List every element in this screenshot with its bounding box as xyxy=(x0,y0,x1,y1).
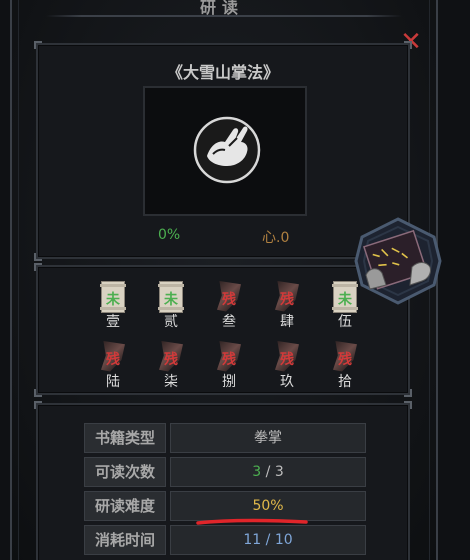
page-title: 研读 xyxy=(199,0,244,17)
chapter-status-mark: 残 xyxy=(280,292,294,308)
chapter-label: 柒 xyxy=(164,374,178,390)
chapter-label: 陆 xyxy=(106,374,120,390)
info-value-difficulty: 50% xyxy=(170,491,366,521)
palm-technique-icon xyxy=(193,116,261,184)
chapter-status-mark: 残 xyxy=(222,292,236,308)
chapter-status-mark: 残 xyxy=(280,352,294,368)
panel-corner xyxy=(404,41,412,49)
chapter-4[interactable]: 残肆 xyxy=(267,281,307,331)
chapter-label: 壹 xyxy=(106,314,120,330)
chapter-10[interactable]: 残拾 xyxy=(325,341,365,391)
panel-corner xyxy=(34,41,42,49)
chapter-7[interactable]: 残柒 xyxy=(151,341,191,391)
info-row-time: 消耗时间 11 / 10 xyxy=(84,525,366,555)
chapter-label: 贰 xyxy=(164,314,178,330)
info-row-difficulty: 研读难度 50% xyxy=(84,491,366,521)
reads-total: 3 xyxy=(274,464,284,480)
info-row-reads: 可读次数 3 / 3 xyxy=(84,457,366,487)
chapter-9[interactable]: 残玖 xyxy=(267,341,307,391)
chapter-label: 肆 xyxy=(280,314,294,330)
title-divider xyxy=(46,15,402,17)
chapter-label: 伍 xyxy=(338,314,352,330)
progress-percent: 0% xyxy=(158,227,181,243)
time-current: 11 xyxy=(243,532,262,548)
info-key-difficulty: 研读难度 xyxy=(84,491,166,521)
chapter-2[interactable]: 未贰 xyxy=(151,281,191,331)
chapter-status-mark: 残 xyxy=(106,352,120,368)
time-total: 10 xyxy=(274,532,293,548)
chapter-status-mark: 未 xyxy=(106,292,120,308)
time-separator: / xyxy=(261,532,275,548)
info-value-type: 拳掌 xyxy=(170,423,366,453)
chapter-label: 拾 xyxy=(338,374,352,390)
reads-separator: / xyxy=(261,464,275,480)
chapter-label: 叁 xyxy=(222,314,236,330)
info-key-time: 消耗时间 xyxy=(84,525,166,555)
info-value-time: 11 / 10 xyxy=(170,525,366,555)
panel-corner xyxy=(404,389,412,397)
info-panel: 书籍类型 拳掌 可读次数 3 / 3 研读难度 50% 消耗时间 11 / 10 xyxy=(34,401,412,560)
chapter-status-mark: 残 xyxy=(164,352,178,368)
info-key-reads: 可读次数 xyxy=(84,457,166,487)
panel-corner xyxy=(34,389,42,397)
info-value-reads: 3 / 3 xyxy=(170,457,366,487)
reads-current: 3 xyxy=(252,464,262,480)
book-title: 《大雪山掌法》 xyxy=(166,63,279,82)
panel-corner xyxy=(404,401,412,409)
info-row-type: 书籍类型 拳掌 xyxy=(84,423,366,453)
red-annotation-underline xyxy=(196,518,308,525)
info-key-type: 书籍类型 xyxy=(84,423,166,453)
chapter-6[interactable]: 残陆 xyxy=(93,341,133,391)
panel-corner xyxy=(34,253,42,261)
chapter-status-mark: 未 xyxy=(164,292,178,308)
chapter-status-mark: 残 xyxy=(222,352,236,368)
chapter-status-mark: 残 xyxy=(338,352,352,368)
panel-corner xyxy=(34,401,42,409)
chapter-1[interactable]: 未壹 xyxy=(93,281,133,331)
chapter-8[interactable]: 残捌 xyxy=(209,341,249,391)
heart-value: 心.0 xyxy=(262,230,290,246)
hand-holding-scroll-icon[interactable] xyxy=(352,215,444,307)
chapter-label: 捌 xyxy=(222,374,236,390)
chapter-3[interactable]: 残叁 xyxy=(209,281,249,331)
chapter-label: 玖 xyxy=(280,374,294,390)
book-portrait xyxy=(143,86,307,216)
panel-corner xyxy=(34,263,42,271)
